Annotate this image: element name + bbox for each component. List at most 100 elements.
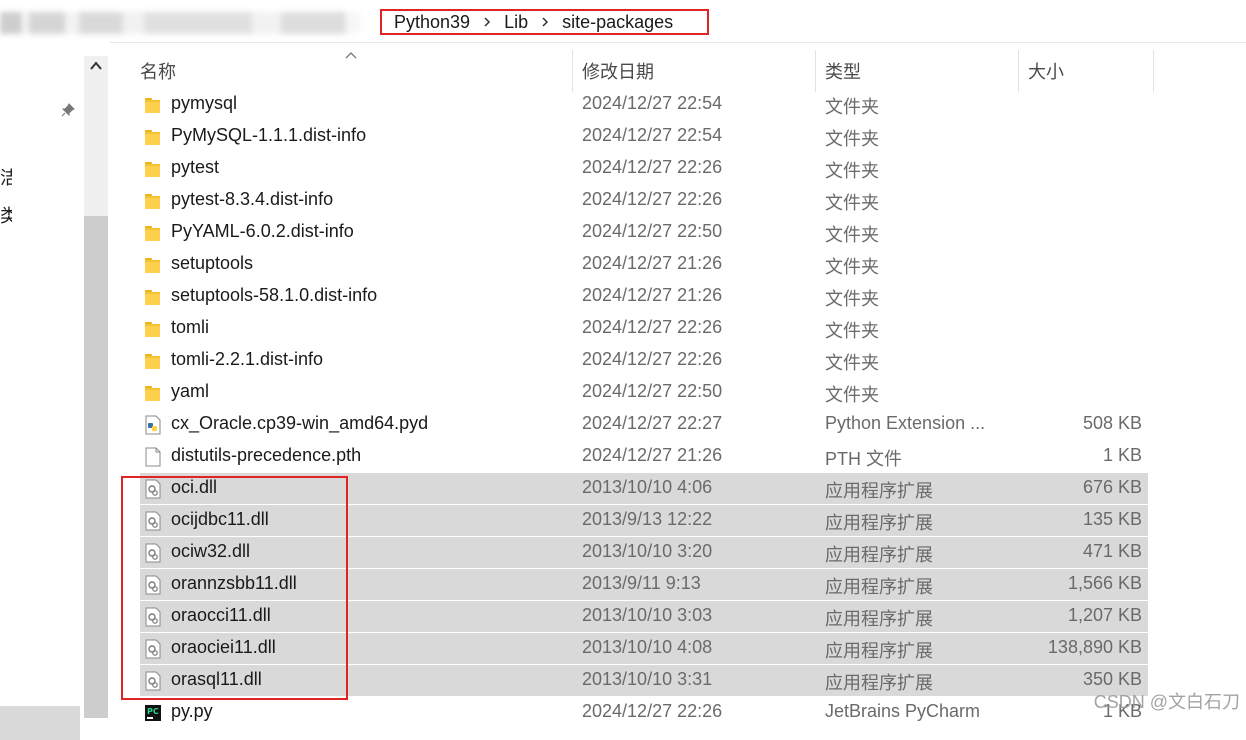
file-row[interactable]: distutils-precedence.pth 2024/12/27 21:26… [140, 441, 1148, 473]
file-name: PyMySQL-1.1.1.dist-info [171, 125, 367, 145]
file-date: 2024/12/27 21:26 [582, 445, 723, 465]
column-name-header[interactable]: 名称 [140, 60, 176, 84]
chevron-right-icon[interactable] [540, 17, 550, 27]
column-divider[interactable] [815, 50, 816, 92]
dll-file-icon [144, 607, 162, 627]
column-date-header[interactable]: 修改日期 [582, 60, 654, 84]
file-date: 2024/12/27 21:26 [582, 285, 723, 305]
file-row[interactable]: oraocci11.dll 2013/10/10 3:03 应用程序扩展 1,207 … [140, 601, 1148, 633]
file-name: ocijdbc11.dll [171, 509, 269, 529]
svg-text:PC: PC [147, 707, 159, 716]
folder-icon [144, 191, 162, 211]
file-name: yaml [171, 381, 210, 401]
file-type: 文件夹 [825, 129, 879, 149]
file-date: 2024/12/27 22:26 [582, 349, 723, 369]
folder-icon [144, 255, 162, 275]
folder-icon [144, 319, 162, 339]
watermark: CSDN @文白石刀 [1093, 692, 1240, 712]
file-row[interactable]: pytest 2024/12/27 22:26 文件夹 [140, 153, 1148, 185]
pycharm-file-icon: PC [144, 703, 162, 723]
file-row[interactable]: orasql11.dll 2013/10/10 3:31 应用程序扩展 350 KB [140, 665, 1148, 697]
file-row[interactable]: cx_Oracle.cp39-win_amd64.pyd 2024/12/27 2… [140, 409, 1148, 441]
file-name: pytest-8.3.4.dist-info [171, 189, 334, 209]
folder-icon [144, 351, 162, 371]
file-row[interactable]: setuptools-58.1.0.dist-info 2024/12/27 21… [140, 281, 1148, 313]
column-divider[interactable] [572, 50, 573, 92]
breadcrumb-site-packages[interactable]: site-packages [562, 12, 673, 33]
file-type: 文件夹 [825, 161, 879, 181]
file-row[interactable]: oraociei11.dll 2013/10/10 4:08 应用程序扩展 138,8… [140, 633, 1148, 665]
nav-selected-item[interactable] [0, 706, 80, 740]
file-row[interactable]: ocijdbc11.dll 2013/9/13 12:22 应用程序扩展 135 KB [140, 505, 1148, 537]
folder-icon [144, 127, 162, 147]
dll-file-icon [144, 479, 162, 499]
file-row[interactable]: ociw32.dll 2013/10/10 3:20 应用程序扩展 471 KB [140, 537, 1148, 569]
blurred-path-prefix [0, 12, 360, 34]
breadcrumb-lib[interactable]: Lib [504, 12, 528, 33]
file-name: pytest [171, 157, 220, 177]
column-type-header[interactable]: 类型 [825, 60, 861, 84]
file-type: PTH 文件 [825, 449, 903, 469]
file-name: tomli-2.2.1.dist-info [171, 349, 324, 369]
nav-item-partial[interactable]: 类 [0, 202, 12, 228]
dll-file-icon [144, 575, 162, 595]
pin-icon[interactable] [60, 102, 76, 123]
file-row[interactable]: pymysql 2024/12/27 22:54 文件夹 [140, 89, 1148, 121]
breadcrumb: Python39 Lib site-packages [380, 9, 709, 35]
file-row[interactable]: oci.dll 2013/10/10 4:06 应用程序扩展 676 KB [140, 473, 1148, 505]
dll-file-icon [144, 639, 162, 659]
file-row[interactable]: PyYAML-6.0.2.dist-info 2024/12/27 22:50 文件… [140, 217, 1148, 249]
column-divider[interactable] [1018, 50, 1019, 92]
file-size: 471 KB [1082, 541, 1142, 561]
file-name: distutils-precedence.pth [171, 445, 362, 465]
file-row[interactable]: setuptools 2024/12/27 21:26 文件夹 [140, 249, 1148, 281]
file-type: 文件夹 [825, 385, 879, 405]
dll-file-icon [144, 671, 162, 691]
file-size: 1,207 KB [1067, 605, 1142, 625]
file-name: cx_Oracle.cp39-win_amd64.pyd [171, 413, 429, 433]
file-type: 应用程序扩展 [825, 481, 933, 501]
folder-icon [144, 287, 162, 307]
file-list[interactable]: 名称 修改日期 类型 大小 pymysql 2024/12/27 22:54 文件夹… [130, 42, 1246, 721]
file-date: 2013/10/10 3:20 [582, 541, 713, 561]
file-date: 2024/12/27 22:26 [582, 317, 723, 337]
file-name: py.py [171, 701, 213, 721]
file-type: 文件夹 [825, 225, 879, 245]
dll-file-icon [144, 511, 162, 531]
file-name: setuptools-58.1.0.dist-info [171, 285, 378, 305]
column-divider[interactable] [1153, 50, 1154, 92]
file-type: 文件夹 [825, 193, 879, 213]
file-row[interactable]: tomli-2.2.1.dist-info 2024/12/27 22:26 文件夹 [140, 345, 1148, 377]
file-size: 1,566 KB [1067, 573, 1142, 593]
file-date: 2024/12/27 22:26 [582, 157, 723, 177]
file-type: JetBrains PyCharm [825, 701, 981, 721]
sort-ascending-icon [344, 47, 358, 65]
address-bar[interactable]: Python39 Lib site-packages [0, 0, 1246, 43]
nav-item-partial[interactable]: 洁 [0, 164, 12, 190]
file-type: Python Extension ... [825, 413, 986, 433]
breadcrumb-python39[interactable]: Python39 [394, 12, 470, 33]
file-type: 应用程序扩展 [825, 609, 933, 629]
chevron-right-icon[interactable] [482, 17, 492, 27]
file-row[interactable]: orannzsbb11.dll 2013/9/11 9:13 应用程序扩展 1,566… [140, 569, 1148, 601]
file-date: 2013/9/11 9:13 [582, 573, 701, 593]
file-date: 2024/12/27 21:26 [582, 253, 723, 273]
file-date: 2024/12/27 22:50 [582, 221, 723, 241]
file-type: 文件夹 [825, 353, 879, 373]
file-row[interactable]: PyMySQL-1.1.1.dist-info 2024/12/27 22:54 文… [140, 121, 1148, 153]
file-type: 文件夹 [825, 289, 879, 309]
file-date: 2024/12/27 22:27 [582, 413, 723, 433]
file-row[interactable]: pytest-8.3.4.dist-info 2024/12/27 22:26 文件… [140, 185, 1148, 217]
folder-icon [144, 159, 162, 179]
file-size: 508 KB [1082, 413, 1142, 433]
file-row[interactable]: tomli 2024/12/27 22:26 文件夹 [140, 313, 1148, 345]
file-row[interactable]: PC py.py 2024/12/27 22:26 JetBrains PyCharm… [140, 697, 1148, 729]
file-name: oraociei11.dll [171, 637, 276, 657]
column-size-header[interactable]: 大小 [1028, 60, 1064, 84]
file-name: tomli [171, 317, 210, 337]
file-row[interactable]: yaml 2024/12/27 22:50 文件夹 [140, 377, 1148, 409]
scroll-up-icon[interactable] [86, 58, 106, 74]
nav-scrollbar-thumb[interactable] [84, 216, 108, 718]
file-name: orasql11.dll [171, 669, 262, 689]
file-name: oraocci11.dll [171, 605, 271, 625]
